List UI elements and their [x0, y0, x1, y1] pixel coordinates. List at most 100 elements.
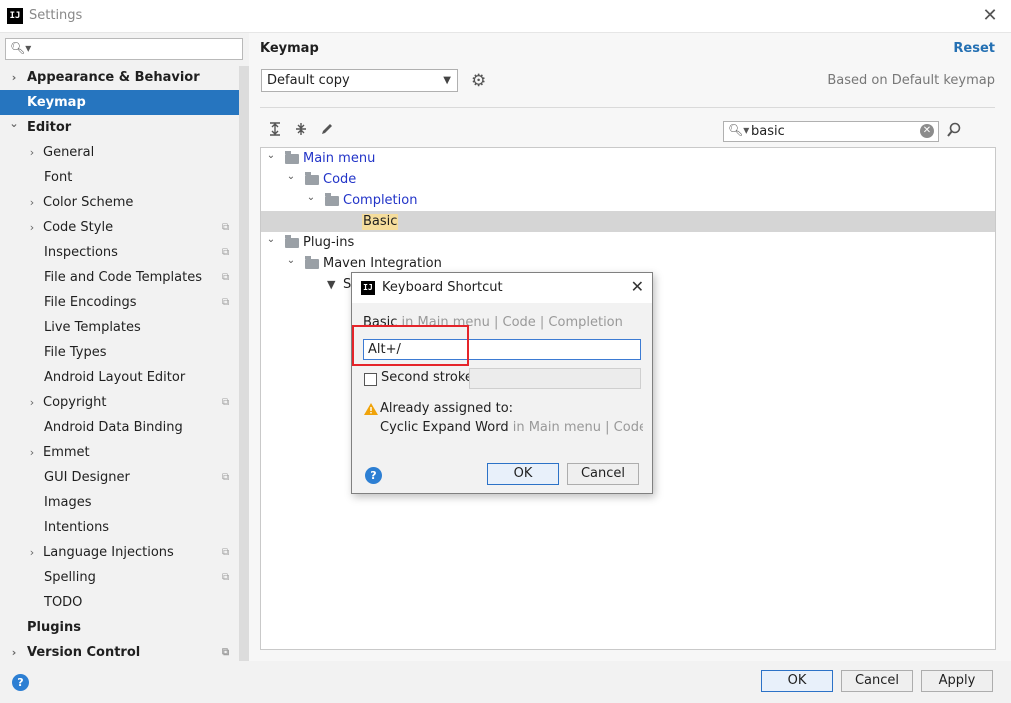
tree-node-label: Completion: [343, 193, 418, 208]
sidebar-item-file-and-code-templates[interactable]: File and Code Templates ⧉: [0, 265, 249, 290]
chevron-right-icon[interactable]: ›: [26, 140, 38, 165]
sidebar-scrollbar[interactable]: [239, 66, 249, 661]
sidebar-item-intentions[interactable]: Intentions: [0, 515, 249, 540]
chevron-down-icon[interactable]: ⌄: [305, 187, 317, 208]
intellij-app-icon: IJ: [361, 281, 375, 295]
project-copy-icon: ⧉: [222, 247, 230, 258]
sidebar-item-code-style[interactable]: › Code Style ⧉: [0, 215, 249, 240]
settings-search-input[interactable]: 🔍︎▾: [5, 38, 243, 60]
find-by-shortcut-icon[interactable]: [946, 122, 963, 142]
sidebar-item-copyright[interactable]: › Copyright ⧉: [0, 390, 249, 415]
sidebar-item-file-types[interactable]: File Types: [0, 340, 249, 365]
tree-node-maven-integration[interactable]: ⌄ Maven Integration: [261, 253, 995, 274]
chevron-right-icon[interactable]: ›: [8, 640, 20, 661]
chevron-right-icon[interactable]: ›: [26, 440, 38, 465]
sidebar-item-editor[interactable]: ⌄ Editor: [0, 115, 249, 140]
sidebar-item-label: Version Control: [27, 645, 141, 660]
sidebar-item-spelling[interactable]: Spelling ⧉: [0, 565, 249, 590]
chevron-down-icon[interactable]: ⌄: [8, 111, 20, 136]
sidebar-item-label: Color Scheme: [43, 195, 134, 210]
help-icon[interactable]: ?: [365, 467, 382, 484]
project-copy-icon: ⧉: [222, 297, 230, 308]
project-copy-icon: ⧉: [222, 272, 230, 283]
dialog-cancel-button[interactable]: Cancel: [567, 463, 639, 485]
collapse-all-icon[interactable]: [294, 122, 308, 140]
folder-icon: [305, 256, 319, 269]
sidebar-item-label: Inspections: [44, 245, 118, 260]
reset-link[interactable]: Reset: [953, 41, 995, 56]
project-copy-icon: ⧉: [222, 397, 230, 408]
expand-all-icon[interactable]: [268, 122, 282, 140]
sidebar-item-label: Keymap: [27, 95, 86, 110]
sidebar-item-file-encodings[interactable]: File Encodings ⧉: [0, 290, 249, 315]
sidebar-item-font[interactable]: Font: [0, 165, 249, 190]
dialog-ok-button[interactable]: OK: [487, 463, 559, 485]
dialog-close-button[interactable]: ✕: [631, 277, 644, 296]
sidebar-item-language-injections[interactable]: › Language Injections ⧉: [0, 540, 249, 565]
sidebar-item-plugins[interactable]: Plugins: [0, 615, 249, 640]
sidebar-item-label: Plugins: [27, 620, 81, 635]
project-copy-icon: ⧉: [222, 222, 230, 233]
sidebar-item-android-layout-editor[interactable]: Android Layout Editor: [0, 365, 249, 390]
sidebar-item-inspections[interactable]: Inspections ⧉: [0, 240, 249, 265]
sidebar-item-label: Spelling: [44, 570, 96, 585]
tree-node-label: Plug-ins: [303, 235, 355, 250]
window-titlebar: IJ Settings ✕: [0, 0, 1011, 33]
sidebar-item-label: Emmet: [43, 445, 90, 460]
sidebar-item-todo[interactable]: TODO: [0, 590, 249, 615]
sidebar-item-label: Images: [44, 495, 92, 510]
chevron-right-icon[interactable]: ›: [26, 540, 38, 565]
chevron-down-icon[interactable]: ⌄: [265, 148, 277, 166]
chevron-down-icon[interactable]: ⌄: [285, 250, 297, 271]
sidebar-item-label: Font: [44, 170, 73, 185]
sidebar-item-android-data-binding[interactable]: Android Data Binding: [0, 415, 249, 440]
chevron-down-icon[interactable]: ⌄: [265, 229, 277, 250]
sidebar-item-live-templates[interactable]: Live Templates: [0, 315, 249, 340]
intellij-app-icon: IJ: [7, 8, 23, 24]
chevron-right-icon[interactable]: ›: [26, 190, 38, 215]
settings-sidebar: 🔍︎▾ › Appearance & Behavior Keymap ⌄ Editor ›…: [0, 33, 249, 661]
cancel-button[interactable]: Cancel: [841, 670, 913, 692]
project-copy-icon: ⧉: [222, 547, 230, 558]
chevron-right-icon[interactable]: ›: [26, 215, 38, 240]
tree-node-label: Maven Integration: [323, 256, 442, 271]
ok-button[interactable]: OK: [761, 670, 833, 692]
sidebar-item-general[interactable]: › General: [0, 140, 249, 165]
search-icon: 🔍︎▾: [728, 123, 750, 137]
sidebar-item-images[interactable]: Images: [0, 490, 249, 515]
tree-node-main-menu[interactable]: ⌄ Main menu: [261, 148, 995, 169]
chevron-right-icon[interactable]: ›: [26, 390, 38, 415]
sidebar-item-emmet[interactable]: › Emmet: [0, 440, 249, 465]
annotation-highlight-box: [352, 325, 469, 366]
keymap-scheme-select[interactable]: Default copy ▼: [261, 69, 458, 92]
chevron-right-icon[interactable]: ›: [8, 65, 20, 90]
tree-node-plug-ins[interactable]: ⌄ Plug-ins: [261, 232, 995, 253]
sidebar-item-appearance-behavior[interactable]: › Appearance & Behavior: [0, 65, 249, 90]
help-icon[interactable]: ?: [12, 674, 29, 691]
chevron-down-icon[interactable]: ⌄: [285, 166, 297, 187]
project-copy-icon: ⧉: [222, 572, 230, 583]
sidebar-item-gui-designer[interactable]: GUI Designer ⧉: [0, 465, 249, 490]
tree-node-basic[interactable]: Basic: [261, 211, 995, 232]
sidebar-item-color-scheme[interactable]: › Color Scheme: [0, 190, 249, 215]
sidebar-item-version-control[interactable]: › Version Control ⧉: [0, 640, 249, 661]
sidebar-item-label: Appearance & Behavior: [27, 70, 200, 85]
already-assigned-label: Already assigned to:: [380, 401, 514, 416]
apply-button[interactable]: Apply: [921, 670, 993, 692]
second-stroke-input[interactable]: [469, 368, 641, 389]
folder-icon: [325, 193, 339, 206]
window-close-button[interactable]: ✕: [979, 5, 1001, 27]
sidebar-item-label: Editor: [27, 120, 72, 135]
tree-node-code[interactable]: ⌄ Code: [261, 169, 995, 190]
edit-pencil-icon[interactable]: [320, 122, 334, 140]
keymap-filter-input[interactable]: 🔍︎▾ basic ✕: [723, 121, 939, 142]
tree-node-completion[interactable]: ⌄ Completion: [261, 190, 995, 211]
second-stroke-checkbox[interactable]: [364, 373, 377, 386]
based-on-label: Based on Default keymap: [827, 73, 995, 88]
warning-icon: [364, 403, 378, 415]
sidebar-item-label: File Encodings: [44, 295, 137, 310]
clear-icon[interactable]: ✕: [920, 124, 934, 138]
dialog-titlebar: IJ Keyboard Shortcut ✕: [352, 273, 652, 303]
sidebar-item-keymap[interactable]: Keymap: [0, 90, 239, 115]
gear-icon[interactable]: ⚙: [471, 71, 486, 91]
